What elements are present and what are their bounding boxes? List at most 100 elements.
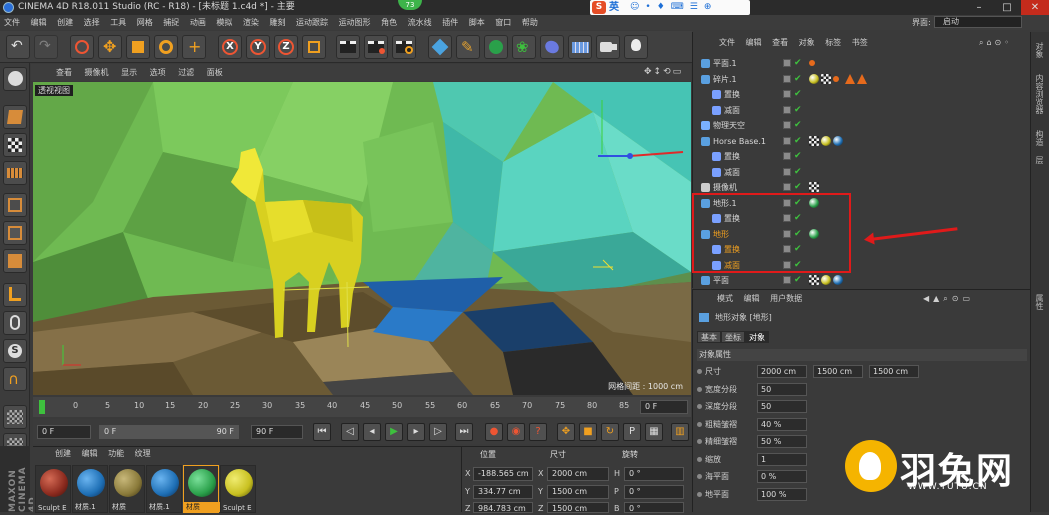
play-icon[interactable]: ▶ — [385, 423, 403, 441]
texture-tag-icon[interactable] — [809, 275, 819, 285]
attribute-value-field[interactable]: 0 % — [757, 470, 807, 483]
ime-tools-icon[interactable]: ☺•♦⌨☰⊕ — [630, 2, 740, 13]
material-tag-icon[interactable] — [833, 135, 843, 146]
menu-mesh[interactable]: 网格 — [133, 15, 157, 30]
ime-language[interactable]: 英 — [609, 0, 619, 15]
object-row[interactable]: 物理天空 ✔ — [695, 118, 1029, 133]
menu-pipeline[interactable]: 流水线 — [404, 15, 436, 30]
animation-dot-icon[interactable] — [697, 404, 702, 409]
workplane-icon[interactable] — [3, 161, 27, 185]
previous-frame-icon[interactable]: ◂ — [363, 423, 381, 441]
object-name[interactable]: Horse Base.1 — [713, 134, 766, 149]
object-row[interactable]: 平面.1 ✔ — [695, 56, 1029, 71]
menu-motion-tracking[interactable]: 运动跟踪 — [292, 15, 332, 30]
animation-dot-icon[interactable] — [697, 386, 702, 392]
deformer-icon[interactable] — [540, 35, 564, 59]
menu-animate[interactable]: 动画 — [186, 15, 210, 30]
go-to-start-icon[interactable]: ⏮ — [313, 423, 331, 441]
object-row[interactable]: 置换 ✔ — [695, 149, 1029, 164]
visibility-toggle[interactable]: ✔ — [781, 134, 803, 149]
texture-tag-icon[interactable] — [821, 73, 831, 84]
viewport-nav-icon[interactable]: ✥↕⟲▭ — [639, 64, 688, 81]
viewport-menu-camera[interactable]: 摄像机 — [80, 64, 114, 81]
rotation-p-field[interactable]: 0 ° — [624, 485, 684, 499]
enabled-check-icon[interactable]: ✔ — [794, 273, 802, 288]
object-name[interactable]: 减面 — [724, 165, 740, 180]
object-row[interactable]: 减面 ✔ — [695, 165, 1029, 180]
material-menu-create[interactable]: 创建 — [51, 447, 75, 461]
viewport-menu-panel[interactable]: 面板 — [202, 64, 228, 81]
object-row[interactable]: 置换 ✔ — [695, 87, 1029, 102]
visibility-toggle[interactable]: ✔ — [781, 118, 803, 133]
size-y-field[interactable]: 1500 cm — [547, 485, 609, 499]
visibility-toggle[interactable]: ✔ — [781, 149, 803, 164]
visibility-toggle[interactable]: ✔ — [781, 103, 803, 118]
om-menu-tags[interactable]: 标签 — [821, 36, 845, 50]
floor-icon[interactable] — [568, 35, 592, 59]
material-swatch-selected[interactable]: 材质 — [183, 465, 220, 513]
enabled-check-icon[interactable]: ✔ — [794, 103, 802, 118]
animation-dot-icon[interactable] — [697, 474, 702, 479]
visibility-toggle[interactable]: ✔ — [781, 273, 803, 288]
key-position-icon[interactable]: ✥ — [557, 423, 575, 441]
y-axis-icon[interactable]: Y — [246, 35, 270, 59]
make-editable-icon[interactable] — [3, 67, 27, 91]
om-menu-edit[interactable]: 编辑 — [742, 36, 766, 50]
object-name[interactable]: 置换 — [724, 149, 740, 164]
visibility-toggle[interactable]: ✔ — [781, 165, 803, 180]
tab-coordinates[interactable]: 坐标 — [721, 331, 745, 343]
position-y-field[interactable]: 334.77 cm — [473, 485, 533, 499]
object-name[interactable]: 减面 — [724, 103, 740, 118]
tweak-mode-icon[interactable] — [3, 311, 27, 335]
material-tag-icon[interactable] — [833, 275, 843, 285]
menu-edit[interactable]: 编辑 — [27, 15, 51, 30]
animation-dot-icon[interactable] — [697, 369, 702, 374]
render-view-icon[interactable] — [336, 35, 360, 59]
cube-icon[interactable] — [428, 35, 452, 59]
points-mode-icon[interactable] — [3, 193, 27, 217]
menu-script[interactable]: 脚本 — [465, 15, 489, 30]
menu-snap[interactable]: 捕捉 — [159, 15, 183, 30]
workplane-lock-icon[interactable] — [3, 405, 27, 429]
om-nav-icon[interactable]: ⌕⌂⊙◦ — [975, 36, 1016, 50]
position-z-field[interactable]: 984.783 cm — [473, 502, 533, 513]
object-name[interactable]: 物理天空 — [713, 118, 745, 133]
animation-dot-icon[interactable] — [697, 439, 702, 444]
object-name[interactable]: 置换 — [724, 87, 740, 102]
menu-help[interactable]: 帮助 — [518, 15, 542, 30]
size-x-field[interactable]: 2000 cm — [547, 467, 609, 481]
menu-sculpt[interactable]: 雕刻 — [265, 15, 289, 30]
minimize-button[interactable]: – — [965, 0, 993, 15]
axis-mode-icon[interactable] — [3, 283, 27, 307]
close-button[interactable]: ✕ — [1021, 0, 1049, 15]
material-swatch[interactable]: 材质.1 — [72, 465, 108, 513]
menu-window[interactable]: 窗口 — [491, 15, 515, 30]
material-tag-icon[interactable] — [809, 73, 819, 84]
layout-select[interactable]: 启动 — [934, 16, 1022, 28]
texture-mode-icon[interactable] — [3, 133, 27, 157]
viewport-menu-options[interactable]: 选项 — [145, 64, 171, 81]
timeline-playhead[interactable] — [39, 400, 45, 414]
am-menu-mode[interactable]: 模式 — [713, 292, 737, 306]
side-tab-structure[interactable]: 构造 — [1034, 130, 1045, 146]
redo-icon[interactable]: ↷ — [34, 35, 58, 59]
object-name[interactable]: 平面 — [713, 273, 729, 288]
object-row[interactable]: 碎片.1 ✔ — [695, 72, 1029, 87]
material-menu-texture[interactable]: 纹理 — [131, 447, 155, 461]
attribute-value-field[interactable]: 40 % — [757, 417, 807, 431]
visibility-toggle[interactable]: ✔ — [781, 56, 803, 71]
go-to-end-icon[interactable]: ⏭ — [455, 423, 473, 441]
om-menu-file[interactable]: 文件 — [715, 36, 739, 50]
object-name[interactable]: 平面.1 — [713, 56, 737, 71]
material-swatch[interactable]: Sculpt E — [35, 465, 71, 513]
menu-file[interactable]: 文件 — [0, 15, 24, 30]
viewport-menu-filter[interactable]: 过滤 — [173, 64, 199, 81]
visibility-toggle[interactable]: ✔ — [781, 87, 803, 102]
record-keys-icon[interactable]: ● — [485, 423, 503, 441]
previous-key-icon[interactable]: ◁ — [341, 423, 359, 441]
side-tab-objects[interactable]: 对象 — [1034, 42, 1045, 58]
enabled-check-icon[interactable]: ✔ — [794, 87, 802, 102]
deformer-tag-icon[interactable] — [845, 73, 855, 84]
frame-range-slider[interactable]: 0 F 90 F — [99, 425, 239, 439]
menu-render[interactable]: 渲染 — [239, 15, 263, 30]
